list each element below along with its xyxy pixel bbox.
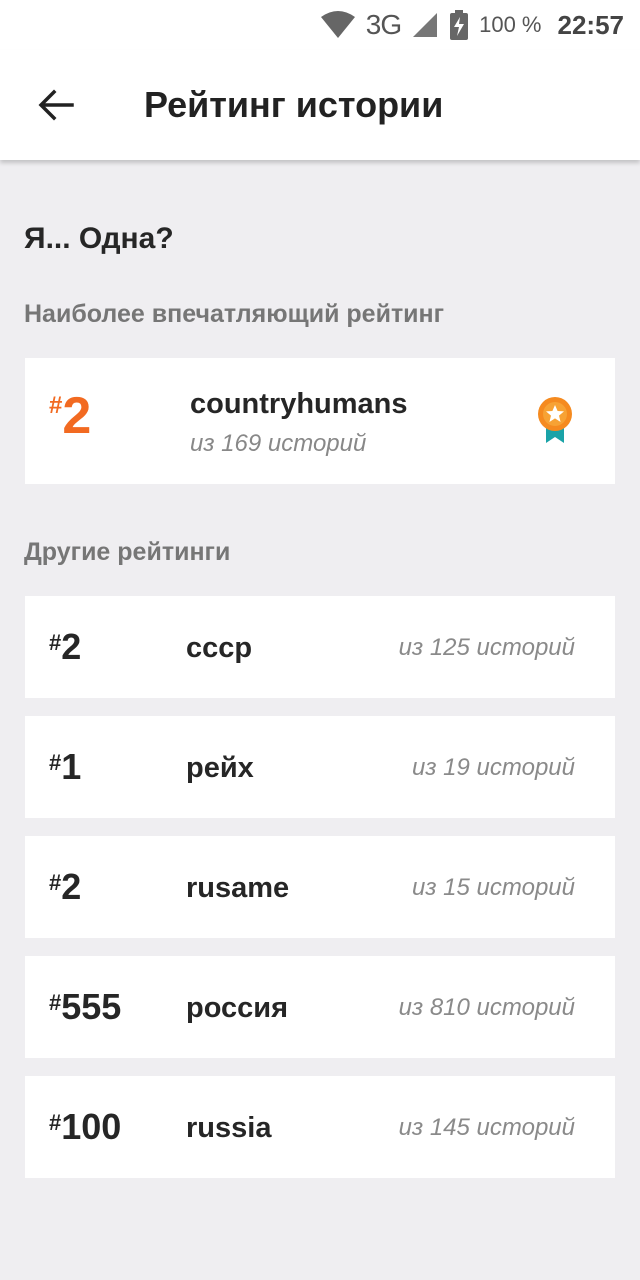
rank-hash: # xyxy=(49,750,62,775)
battery-percent: 100 % xyxy=(479,12,542,37)
rank-number: 1 xyxy=(61,746,82,787)
rating-tag: ссср xyxy=(186,632,253,664)
rank: #100 xyxy=(49,1106,121,1148)
rating-count: из 19 историй xyxy=(412,754,575,781)
rating-tag: rusame xyxy=(186,872,290,904)
other-section-label: Другие рейтинги xyxy=(24,538,231,566)
wifi-icon xyxy=(320,11,356,39)
rating-tag: рейх xyxy=(186,752,254,784)
featured-count: из 169 историй xyxy=(190,430,367,457)
page-title: Рейтинг истории xyxy=(144,84,444,125)
rating-count: из 15 историй xyxy=(412,874,575,901)
rank: #1 xyxy=(49,746,81,788)
rating-card[interactable]: #1 рейх из 19 историй xyxy=(25,716,615,818)
rating-count: из 145 историй xyxy=(398,1114,575,1141)
rating-tag: россия xyxy=(186,992,289,1024)
battery-charging-icon xyxy=(449,10,469,40)
rank-number: 2 xyxy=(62,387,92,445)
featured-tag: countryhumans xyxy=(190,388,408,420)
clock: 22:57 xyxy=(557,9,625,40)
rank-hash: # xyxy=(49,630,62,655)
award-ribbon-icon xyxy=(538,397,572,443)
rating-card[interactable]: #2 ссср из 125 историй xyxy=(25,596,615,698)
app-bar: Рейтинг истории xyxy=(0,50,640,160)
status-bar: 3G 100 % 22:57 xyxy=(0,0,640,50)
rating-count: из 810 историй xyxy=(398,994,575,1021)
rank-hash: # xyxy=(49,1110,62,1135)
featured-section-label: Наиболее впечатляющий рейтинг xyxy=(24,300,445,328)
back-button[interactable] xyxy=(24,73,88,137)
featured-rank: #2 xyxy=(49,386,91,446)
rank: #2 xyxy=(49,866,81,908)
rank-hash: # xyxy=(49,870,62,895)
rank-number: 2 xyxy=(61,626,82,667)
rating-card[interactable]: #555 россия из 810 историй xyxy=(25,956,615,1058)
rating-card[interactable]: #100 russia из 145 историй xyxy=(25,1076,615,1178)
rating-tag: russia xyxy=(186,1112,272,1144)
network-type: 3G xyxy=(365,9,402,40)
arrow-left-icon xyxy=(38,89,74,121)
rank-number: 555 xyxy=(61,986,122,1027)
rank: #2 xyxy=(49,626,81,668)
story-title: Я... Одна? xyxy=(24,222,174,255)
rank-hash: # xyxy=(49,392,63,419)
rank-hash: # xyxy=(49,990,62,1015)
featured-rating-card[interactable]: #2 countryhumans из 169 историй xyxy=(25,358,615,484)
rank: #555 xyxy=(49,986,121,1028)
rating-card[interactable]: #2 rusame из 15 историй xyxy=(25,836,615,938)
rating-count: из 125 историй xyxy=(398,634,575,661)
rank-number: 100 xyxy=(61,1106,122,1147)
signal-icon xyxy=(411,11,439,39)
rank-number: 2 xyxy=(61,866,82,907)
